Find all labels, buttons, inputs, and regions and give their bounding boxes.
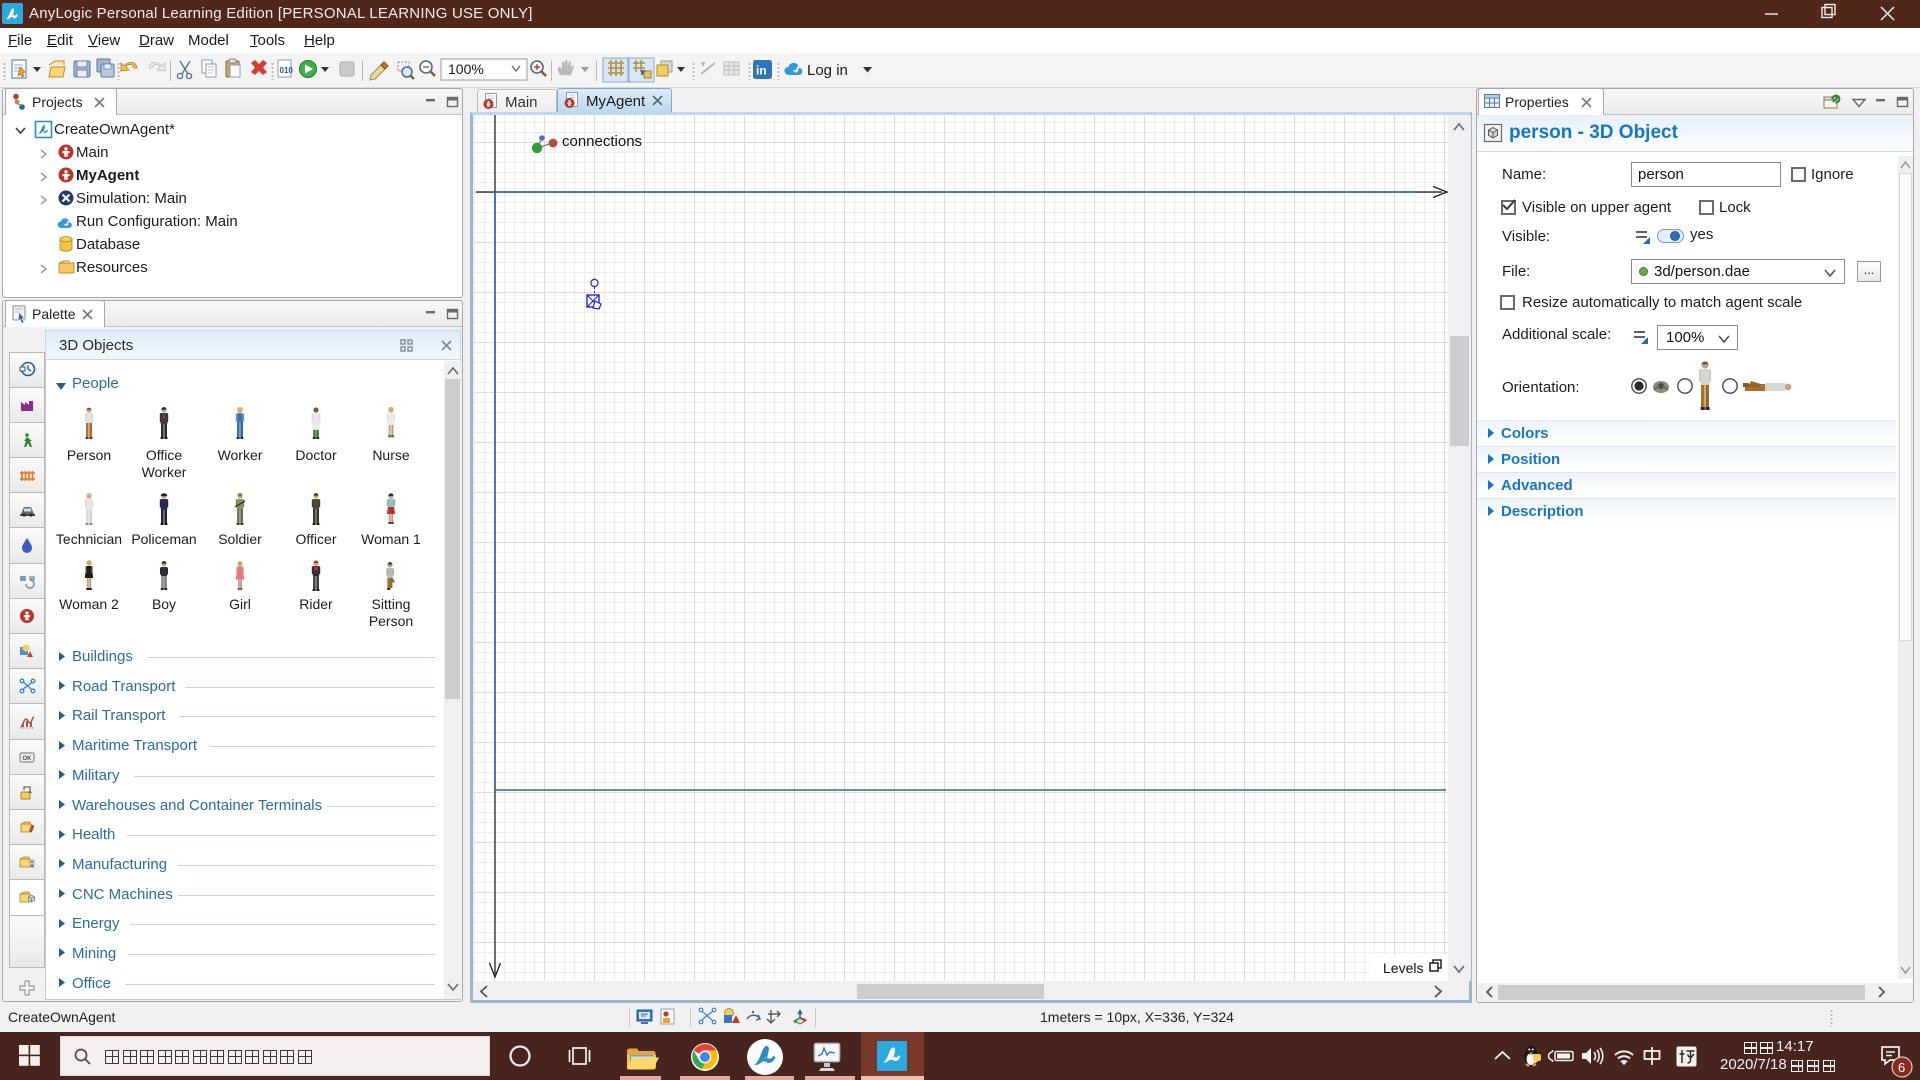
svg-text:OK: OK — [22, 756, 32, 762]
svg-text:Log in: Log in — [807, 62, 848, 79]
svg-text:connections: connections — [562, 133, 642, 150]
svg-text:in: in — [756, 64, 767, 78]
svg-text:Levels: Levels — [1383, 960, 1423, 976]
svg-text:010: 010 — [280, 66, 294, 75]
svg-text:100%: 100% — [448, 61, 484, 77]
svg-text:6: 6 — [1898, 1060, 1905, 1075]
